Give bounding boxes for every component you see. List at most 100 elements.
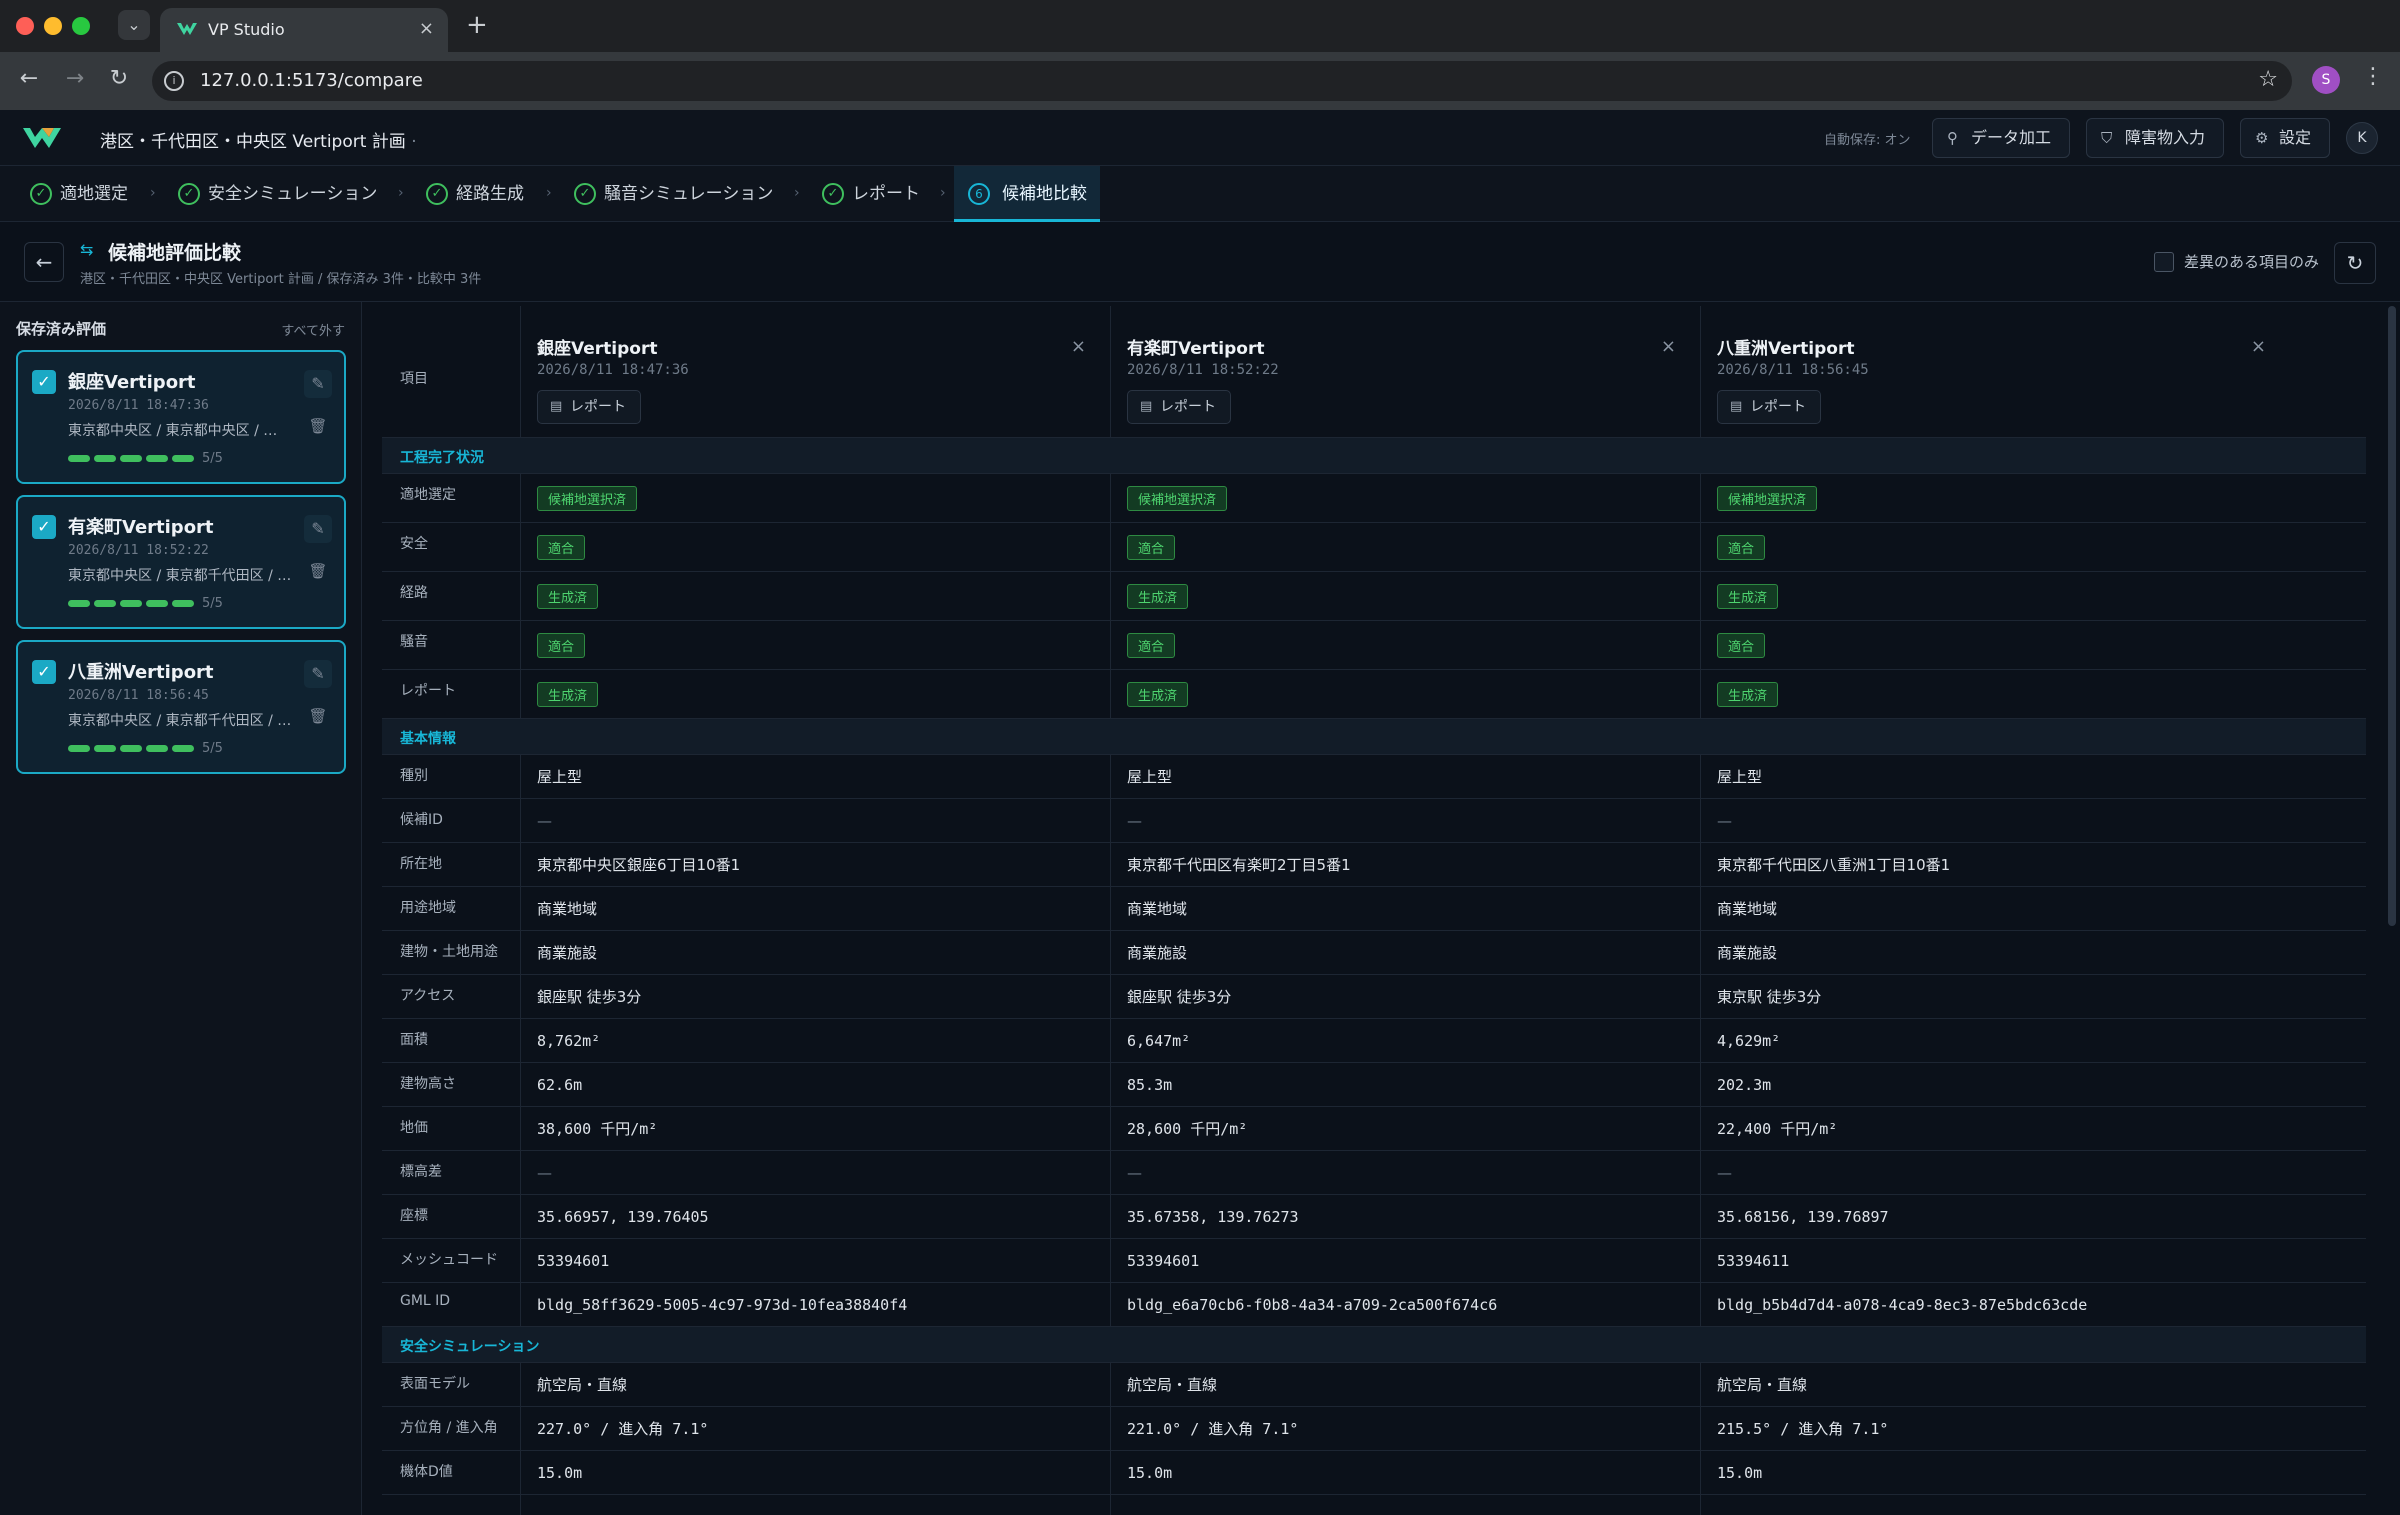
diff-only-label[interactable]: 差異のある項目のみ [2184,251,2319,272]
row-label: 面積 [400,1032,428,1048]
saved-evaluation-card[interactable]: ✓ 八重洲Vertiport 2026/8/11 18:56:45 東京都中央区 / … [16,640,346,774]
document-icon: ▤ [1140,399,1153,414]
tab-noise-simulation[interactable]: ✓ 騒音シミュレーション [568,166,773,222]
forward-arrow-icon[interactable]: → [60,66,90,91]
row-label: GML ID [400,1293,451,1309]
minimize-window-button[interactable] [44,17,62,35]
settings-button[interactable]: ⚙ 設定 [2240,118,2330,158]
section-title: 安全シミュレーション [400,1339,540,1355]
saved-evaluation-card[interactable]: ✓ 有楽町Vertiport 2026/8/11 18:52:22 東京都中央区 / … [16,495,346,629]
row-label: 種別 [400,768,428,784]
evaluation-date: 2026/8/11 18:47:36 [68,398,209,413]
bookmark-star-icon[interactable]: ☆ [2258,67,2278,92]
table-cell: 東京都千代田区有楽町2丁目5番1 [1110,843,1700,886]
table-row: GML ID bldg_58ff3629-5005-4c97-973d-10fea… [382,1283,2366,1327]
cell-value: 商業地域 [1717,900,1778,918]
item-column-label: 項目 [400,371,428,387]
cell-value: 航空局・直線 [1127,1376,1218,1394]
diff-only-checkbox[interactable] [2154,252,2174,272]
table-cell: 適合 [1110,621,1700,669]
table-cell: 屋上型 [1110,755,1700,798]
evaluation-address: 東京都中央区 / 東京都中央区 / … [68,423,278,439]
tab-site-selection[interactable]: ✓ 適地選定 [24,166,128,222]
comparison-table: 項目 銀座Vertiport 2026/8/11 18:47:36 × ▤ レポート 有楽… [382,306,2366,1515]
tab-search-chevron-icon[interactable]: ⌄ [118,10,150,40]
table-cell: 生成済 [1110,572,1700,620]
vp-logo-icon[interactable] [22,126,62,150]
report-button[interactable]: ▤ レポート [1717,390,1821,424]
edit-pencil-icon[interactable]: ✎ [304,370,332,398]
tab-candidate-compare[interactable]: 6 候補地比較 [954,166,1100,222]
table-cell: 4,629m² [1700,1019,2290,1062]
page-header: ← ⇆ 候補地評価比較 港区・千代田区・中央区 Vertiport 計画 / 保… [0,222,2400,302]
remove-column-icon[interactable]: × [2251,336,2266,357]
step-number-badge: 6 [968,183,990,205]
chevron-right-icon: › [398,185,404,201]
table-cell: 215.5° / 進入角 7.1° [1700,1407,2290,1450]
candidate-name: 八重洲Vertiport [1717,339,1855,359]
new-tab-button[interactable]: + [466,10,488,40]
check-circle-icon: ✓ [178,183,200,205]
cell-value: — [1127,1163,1142,1182]
trash-icon[interactable]: 🗑 [304,412,332,440]
maximize-window-button[interactable] [72,17,90,35]
table-row: レポート 生成済 生成済 生成済 [382,670,2366,719]
clear-all-link[interactable]: すべて外す [281,320,345,339]
obstacle-input-button[interactable]: ⛉ 障害物入力 [2086,118,2224,158]
data-processing-button[interactable]: ⚲ データ加工 [1932,118,2070,158]
user-avatar[interactable]: K [2346,122,2378,154]
tab-safety-simulation[interactable]: ✓ 安全シミュレーション [172,166,377,222]
profile-avatar[interactable]: S [2312,66,2340,94]
row-label: レポート [400,683,456,699]
browser-tab[interactable]: VP Studio × [160,8,448,52]
report-button[interactable]: ▤ レポート [1127,390,1231,424]
checkbox-checked-icon[interactable]: ✓ [32,515,56,539]
back-arrow-icon[interactable]: ← [14,66,44,91]
scrollbar[interactable] [2388,306,2396,926]
status-badge: 適合 [537,534,586,560]
tab-report[interactable]: ✓ レポート [816,166,920,222]
close-tab-icon[interactable]: × [419,18,434,39]
reload-icon[interactable]: ↻ [104,66,134,91]
status-badge: 候補地選択済 [1717,485,1818,511]
progress-fraction: 5/5 [202,596,223,611]
edit-pencil-icon[interactable]: ✎ [304,515,332,543]
report-button[interactable]: ▤ レポート [537,390,641,424]
table-row: 方位角 / 進入角 227.0° / 進入角 7.1° 221.0° / 進入角 7… [382,1407,2366,1451]
remove-column-icon[interactable]: × [1071,336,1086,357]
table-cell: 生成済 [520,572,1110,620]
table-cell: 屋上型 [520,755,1110,798]
close-window-button[interactable] [16,17,34,35]
table-cell: 商業地域 [1110,887,1700,930]
tab-route-generation[interactable]: ✓ 経路生成 [420,166,524,222]
edit-pencil-icon[interactable]: ✎ [304,660,332,688]
row-label: 候補ID [400,812,443,828]
page-subtitle: 港区・千代田区・中央区 Vertiport 計画 / 保存済み 3件・比較中 3… [80,272,482,287]
table-cell [1700,1495,2290,1515]
table-cell [1110,1495,1700,1515]
site-info-icon[interactable]: i [164,71,184,91]
checkbox-checked-icon[interactable]: ✓ [32,370,56,394]
chevron-right-icon: › [794,185,800,201]
trash-icon[interactable]: 🗑 [304,557,332,585]
refresh-button[interactable]: ↻ [2334,242,2376,284]
address-bar[interactable]: i 127.0.0.1:5173/compare ☆ [152,61,2292,101]
browser-tab-bar: ⌄ VP Studio × + [0,0,2400,52]
trash-icon[interactable]: 🗑 [304,702,332,730]
browser-menu-icon[interactable]: ⋮ [2362,64,2384,89]
back-button[interactable]: ← [24,242,64,282]
gear-icon: ⚙ [2255,129,2269,147]
status-badge: 生成済 [1127,681,1189,707]
cell-value: 商業地域 [1127,900,1188,918]
table-cell: 商業地域 [1700,887,2290,930]
page-title: 候補地評価比較 [108,242,242,264]
table-row: 機体D値 15.0m 15.0m 15.0m [382,1451,2366,1495]
status-badge: 生成済 [537,583,599,609]
checkbox-checked-icon[interactable]: ✓ [32,660,56,684]
project-selector[interactable]: 港区・千代田区・中央区 Vertiport 計画 · [100,127,417,152]
table-row: 騒音 適合 適合 適合 [382,621,2366,670]
url-text[interactable]: 127.0.0.1:5173/compare [200,70,423,91]
status-badge: 適合 [537,632,586,658]
saved-evaluation-card[interactable]: ✓ 銀座Vertiport 2026/8/11 18:47:36 東京都中央区 / 東… [16,350,346,484]
remove-column-icon[interactable]: × [1661,336,1676,357]
